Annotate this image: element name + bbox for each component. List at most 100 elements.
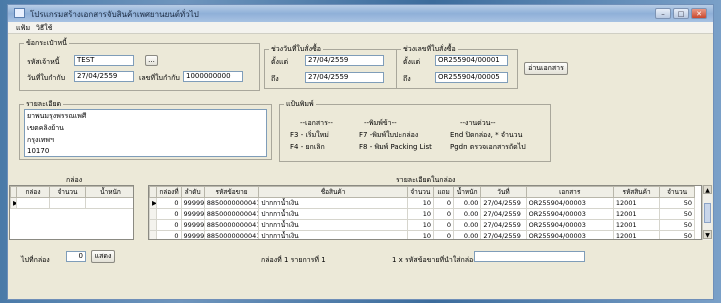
table-cell[interactable]: 8850000000041	[203, 219, 260, 231]
table-cell[interactable]: ปากกาน้ำเงิน	[258, 219, 408, 231]
table-cell[interactable]: 0	[156, 219, 182, 231]
table-cell[interactable]: 12001	[612, 219, 661, 231]
table-cell[interactable]: 27/04/2559	[480, 230, 527, 239]
details-textbox[interactable]: ยาพนมรุงพรรณเพศี เขตคลิงย้าน กรุงเทพฯ 10…	[24, 109, 267, 157]
table-cell[interactable]	[16, 197, 50, 209]
row-selector[interactable]: ▶	[10, 197, 17, 209]
browse-button[interactable]: ...	[145, 55, 158, 66]
close-button[interactable]: ✕	[691, 8, 707, 19]
detail-col-header[interactable]: ลำดับ	[180, 186, 205, 198]
goto-box-label: ไปที่กล่อง	[21, 256, 50, 264]
box-col-weight[interactable]: น้ำหนัก	[85, 186, 133, 198]
detail-col-header[interactable]: จำนวน	[406, 186, 435, 198]
table-cell[interactable]: 8850000000041	[203, 208, 260, 220]
table-cell[interactable]: 27/04/2559	[480, 208, 527, 220]
detail-grid[interactable]: กล่องที่ ลำดับ รหัสข้อขาย ชื่อสินค้า จำนวน แถ…	[148, 185, 702, 240]
table-cell[interactable]: 10	[406, 230, 435, 239]
table-cell[interactable]: 99999	[180, 208, 205, 220]
scroll-thumb[interactable]	[704, 203, 711, 223]
box-col-box[interactable]: กล่อง	[16, 186, 50, 198]
detail-col-header[interactable]: แถม	[433, 186, 455, 198]
table-cell[interactable]: 0.00	[453, 230, 482, 239]
table-cell[interactable]: ปากกาน้ำเงิน	[258, 197, 408, 209]
table-cell[interactable]: 27/04/2559	[480, 197, 527, 209]
detail-col-header[interactable]: รหัสสินค้า	[612, 186, 661, 198]
table-cell[interactable]: 8850000000041	[203, 230, 260, 239]
menu-file[interactable]: แฟ้ม	[16, 23, 30, 34]
table-cell[interactable]	[49, 197, 86, 209]
invoice-date-input[interactable]: 27/04/2559	[74, 71, 134, 82]
table-cell[interactable]: 50	[659, 230, 695, 239]
box-grid[interactable]: กล่อง จำนวน น้ำหนัก ▶	[9, 185, 134, 240]
goto-box-input[interactable]: 0	[66, 251, 86, 262]
table-cell[interactable]: 0.00	[453, 197, 482, 209]
table-cell[interactable]: 0.00	[453, 219, 482, 231]
invoice-no-input[interactable]: 1000000000	[183, 71, 243, 82]
customer-code-input[interactable]: TEST	[74, 55, 134, 66]
show-box-button[interactable]: แสดง	[91, 250, 115, 263]
table-row[interactable]: 0 99999 8850000000041 ปากกาน้ำเงิน 10 0 0.00 27…	[149, 219, 695, 231]
table-cell[interactable]: 50	[659, 219, 695, 231]
hotkey-f4: F4 - ยกเลิก	[290, 143, 325, 151]
po-from-input[interactable]: OR255904/00001	[435, 55, 508, 66]
detail-col-header[interactable]: ชื่อสินค้า	[258, 186, 408, 198]
box-col-qty[interactable]: จำนวน	[49, 186, 86, 198]
table-cell[interactable]: 99999	[180, 230, 205, 239]
table-cell[interactable]: OR255904/00003	[525, 208, 614, 220]
table-cell[interactable]	[85, 197, 133, 209]
read-documents-button[interactable]: อ่านเอกสาร	[524, 62, 568, 75]
table-cell[interactable]: 8850000000041	[203, 197, 260, 209]
title-bar[interactable]: โปรแกรมสร้างเอกสารจับสินค้าเพศยานยนต์ทั่…	[8, 5, 713, 22]
table-cell[interactable]: 12001	[612, 230, 661, 239]
table-cell[interactable]: OR255904/00003	[525, 219, 614, 231]
status-text: กล่องที่ 1 รายการที่ 1	[261, 256, 326, 264]
detail-col-header[interactable]: เอกสาร	[525, 186, 614, 198]
table-cell[interactable]: 10	[406, 208, 435, 220]
table-cell[interactable]: 50	[659, 197, 695, 209]
row-selector[interactable]	[149, 219, 158, 231]
row-selector[interactable]: ▶	[149, 197, 158, 209]
table-cell[interactable]: 12001	[612, 208, 661, 220]
table-cell[interactable]: 0	[156, 197, 182, 209]
po-to-label: ถึง	[403, 75, 411, 83]
table-cell[interactable]: OR255904/00003	[525, 197, 614, 209]
scroll-up-icon[interactable]: ▲	[703, 185, 712, 194]
table-cell[interactable]: 0	[433, 219, 455, 231]
table-cell[interactable]: 99999	[180, 219, 205, 231]
table-row[interactable]: 0 99999 8850000000041 ปากกาน้ำเงิน 10 0 0.00 27…	[149, 230, 695, 239]
table-cell[interactable]: ปากกาน้ำเงิน	[258, 230, 408, 239]
table-cell[interactable]: 0	[433, 230, 455, 239]
row-selector[interactable]	[149, 208, 158, 220]
table-cell[interactable]: 0.00	[453, 208, 482, 220]
table-cell[interactable]: 0	[156, 208, 182, 220]
menu-help[interactable]: วิธีใช้	[36, 23, 52, 34]
table-cell[interactable]: 50	[659, 208, 695, 220]
detail-col-header[interactable]: รหัสข้อขาย	[203, 186, 260, 198]
detail-col-header[interactable]: น้ำหนัก	[453, 186, 482, 198]
table-cell[interactable]: OR255904/00003	[525, 230, 614, 239]
detail-col-header[interactable]: กล่องที่	[156, 186, 182, 198]
hotkeys-col2-header: --พิมพ์ข้า--	[364, 119, 397, 127]
detail-col-header[interactable]: วันที่	[480, 186, 527, 198]
table-row[interactable]: ▶ 0 99999 8850000000041 ปากกาน้ำเงิน 10 0 0.00 2…	[149, 197, 695, 209]
date-to-input[interactable]: 27/04/2559	[305, 72, 384, 83]
table-cell[interactable]: 27/04/2559	[480, 219, 527, 231]
po-to-input[interactable]: OR255904/00005	[435, 72, 508, 83]
table-cell[interactable]: 12001	[612, 197, 661, 209]
table-cell[interactable]: 99999	[180, 197, 205, 209]
table-cell[interactable]: 0	[433, 208, 455, 220]
maximize-button[interactable]: □	[673, 8, 689, 19]
table-cell[interactable]: ปากกาน้ำเงิน	[258, 208, 408, 220]
table-row[interactable]: 0 99999 8850000000041 ปากกาน้ำเงิน 10 0 0.00 27…	[149, 208, 695, 220]
table-cell[interactable]: 10	[406, 219, 435, 231]
date-from-input[interactable]: 27/04/2559	[305, 55, 384, 66]
detail-vertical-scrollbar[interactable]: ▲ ▼	[702, 185, 712, 240]
scan-input[interactable]	[474, 251, 585, 262]
row-selector[interactable]	[149, 230, 158, 239]
detail-col-header[interactable]: จำนวน	[659, 186, 695, 198]
minimize-button[interactable]: –	[655, 8, 671, 19]
table-cell[interactable]: 0	[156, 230, 182, 239]
table-cell[interactable]: 10	[406, 197, 435, 209]
table-cell[interactable]: 0	[433, 197, 455, 209]
scroll-down-icon[interactable]: ▼	[703, 230, 712, 239]
